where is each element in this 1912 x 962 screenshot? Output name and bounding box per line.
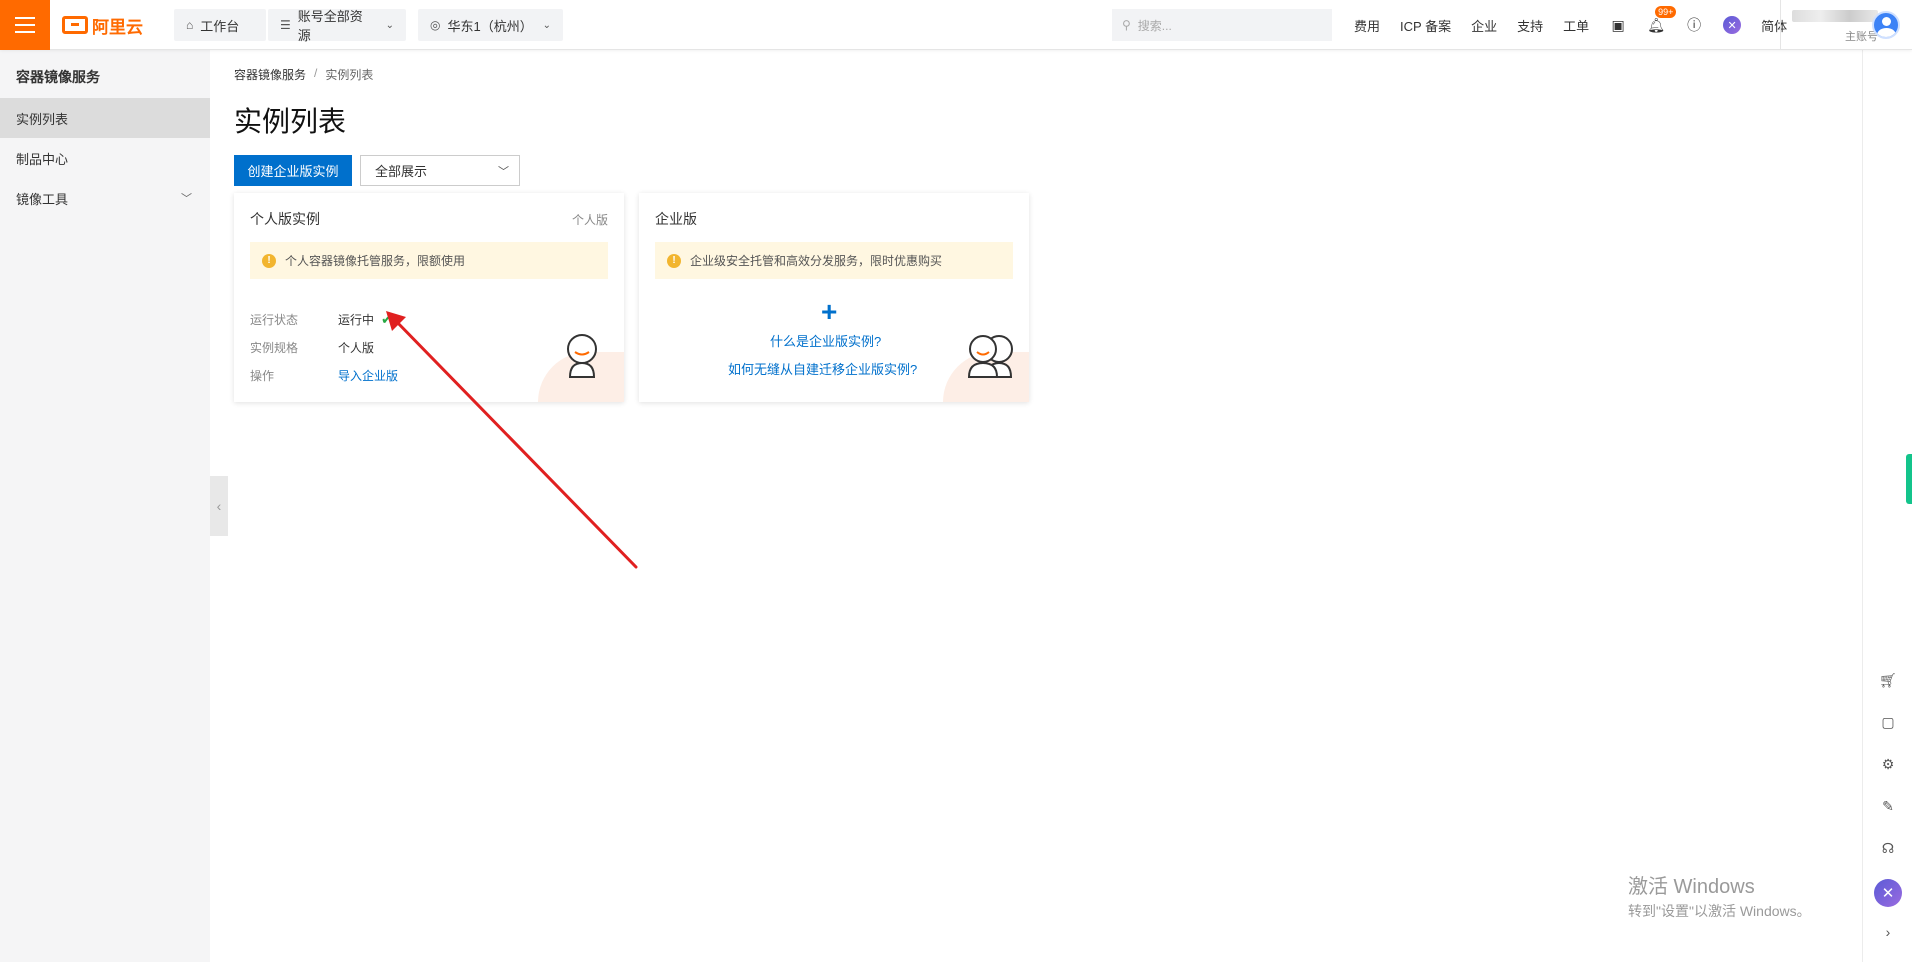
app-icon[interactable]: ✕	[1723, 16, 1742, 34]
warning-icon: !	[262, 253, 276, 268]
notice-bar: ! 企业级安全托管和高效分发服务，限时优惠购买	[655, 242, 1013, 279]
sidebar-item-image-tools[interactable]: 镜像工具 ﹀	[0, 178, 210, 218]
windows-activation-watermark: 激活 Windows 转到"设置"以激活 Windows。	[1628, 870, 1811, 921]
chevron-right-icon[interactable]: ›	[1878, 922, 1898, 942]
sidebar-item-instances[interactable]: 实例列表	[0, 98, 210, 138]
breadcrumb-separator: /	[314, 66, 318, 80]
what-is-enterprise-link[interactable]: 什么是企业版实例?	[770, 331, 881, 350]
nav-link-enterprise[interactable]: 企业	[1471, 16, 1497, 35]
resource-icon: ☰	[280, 18, 291, 32]
breadcrumb-root[interactable]: 容器镜像服务	[234, 66, 306, 83]
nav-link-billing[interactable]: 费用	[1354, 16, 1380, 35]
workbench-label: 工作台	[200, 18, 240, 34]
sidebar-collapse-toggle[interactable]: ‹	[210, 476, 228, 536]
card-title: 个人版实例	[250, 211, 320, 227]
terminal-icon[interactable]: ▣	[1609, 16, 1627, 34]
resource-label: 账号全部资源	[297, 9, 363, 43]
nav-link-icp[interactable]: ICP 备案	[1400, 16, 1451, 35]
add-icon[interactable]: +	[821, 298, 837, 326]
bell-icon[interactable]: 🔔︎ 99+	[1647, 6, 1677, 34]
right-toolbar: 🛒︎ ▢ ⚙ ✎ ☊ ✕ ›	[1862, 50, 1912, 962]
chevron-left-icon: ‹	[216, 498, 222, 514]
divider	[1780, 0, 1781, 50]
edit-icon[interactable]: ✎	[1878, 796, 1898, 816]
search-input[interactable]: ⚲ 搜索...	[1112, 9, 1332, 41]
app-icon[interactable]: ✕	[1874, 879, 1902, 907]
headset-icon[interactable]: ☊	[1878, 838, 1898, 858]
enterprise-instance-card[interactable]: 企业版 ! 企业级安全托管和高效分发服务，限时优惠购买 + 什么是企业版实例? …	[639, 193, 1029, 402]
app-badge: ✕	[1874, 879, 1902, 907]
field-status: 运行状态 运行中 ✔	[250, 311, 393, 328]
watermark-subtitle: 转到"设置"以激活 Windows。	[1628, 903, 1811, 919]
breadcrumb: 容器镜像服务 / 实例列表	[234, 66, 373, 83]
settings-icon[interactable]: ⚙	[1878, 754, 1898, 774]
notice-bar: ! 个人容器镜像托管服务，限额使用	[250, 242, 608, 279]
sidebar-item-label: 实例列表	[16, 111, 69, 127]
top-navigation-bar: 阿里云 ⌂ 工作台 ☰ 账号全部资源 ⌄ ◎ 华东1（杭州） ⌄ ⚲ 搜索...…	[0, 0, 1912, 50]
nav-link-support[interactable]: 支持	[1517, 16, 1543, 35]
status-value: 运行中	[338, 313, 375, 327]
field-spec: 实例规格 个人版	[250, 339, 374, 356]
field-action: 操作 导入企业版	[250, 367, 398, 384]
search-placeholder: 搜索...	[1137, 18, 1172, 33]
page-title: 实例列表	[234, 106, 347, 137]
brand-name: 阿里云	[92, 17, 143, 37]
nav-link-ticket[interactable]: 工单	[1563, 16, 1589, 35]
sidebar-item-artifacts[interactable]: 制品中心	[0, 138, 210, 178]
chevron-down-icon: ⌄	[385, 19, 394, 31]
notification-badge: 99+	[1655, 6, 1677, 18]
notice-text: 个人容器镜像托管服务，限额使用	[285, 254, 466, 268]
top-links: 费用 ICP 备案 企业 支持 工单 ▣ 🔔︎ 99+ ⓘ ✕ 简体	[1354, 0, 1787, 50]
avatar[interactable]	[1872, 11, 1900, 39]
watermark-title: 激活 Windows	[1628, 876, 1755, 898]
menu-icon[interactable]	[0, 0, 50, 50]
region-dropdown[interactable]: ◎ 华东1（杭州） ⌄	[418, 9, 563, 41]
account-name-blurred	[1792, 10, 1878, 22]
help-icon[interactable]: ⓘ	[1685, 16, 1703, 34]
aliyun-logo-mark	[62, 16, 88, 34]
edition-tag: 个人版	[571, 213, 608, 227]
cart-icon[interactable]: 🛒︎	[1878, 670, 1898, 690]
feedback-tab[interactable]	[1906, 454, 1912, 504]
field-key: 操作	[250, 369, 275, 383]
aliyun-logo[interactable]: 阿里云	[62, 13, 143, 37]
spec-value: 个人版	[338, 341, 375, 355]
chevron-down-icon: ﹀	[498, 165, 509, 178]
language-switch[interactable]: 简体	[1761, 16, 1787, 35]
annotation-arrow	[386, 311, 638, 569]
sidebar-title: 容器镜像服务	[16, 69, 100, 85]
field-key: 运行状态	[250, 313, 299, 327]
home-icon: ⌂	[186, 18, 194, 32]
chevron-down-icon: ⌄	[542, 19, 551, 31]
breadcrumb-current: 实例列表	[325, 68, 374, 82]
workbench-button[interactable]: ⌂ 工作台	[174, 9, 266, 41]
card-title: 企业版	[655, 211, 697, 227]
sidebar: 容器镜像服务 实例列表 制品中心 镜像工具 ﹀	[0, 50, 210, 962]
group-icon	[967, 335, 1013, 378]
field-key: 实例规格	[250, 341, 299, 355]
notice-text: 企业级安全托管和高效分发服务，限时优惠购买	[690, 254, 943, 268]
chip-icon[interactable]: ▢	[1878, 712, 1898, 732]
region-label: 华东1（杭州）	[447, 18, 533, 34]
search-icon: ⚲	[1122, 18, 1131, 32]
chevron-down-icon: ﹀	[181, 193, 192, 205]
sidebar-item-label: 镜像工具	[16, 191, 69, 207]
display-filter-select[interactable]: 全部展示 ﹀	[360, 155, 520, 186]
resource-dropdown[interactable]: ☰ 账号全部资源 ⌄	[268, 9, 406, 43]
select-value: 全部展示	[375, 164, 428, 179]
warning-icon: !	[667, 253, 681, 268]
location-icon: ◎	[430, 18, 441, 32]
migrate-enterprise-link[interactable]: 如何无缝从自建迁移企业版实例?	[728, 359, 917, 378]
sidebar-item-label: 制品中心	[16, 151, 69, 167]
create-enterprise-instance-button[interactable]: 创建企业版实例	[234, 155, 352, 186]
